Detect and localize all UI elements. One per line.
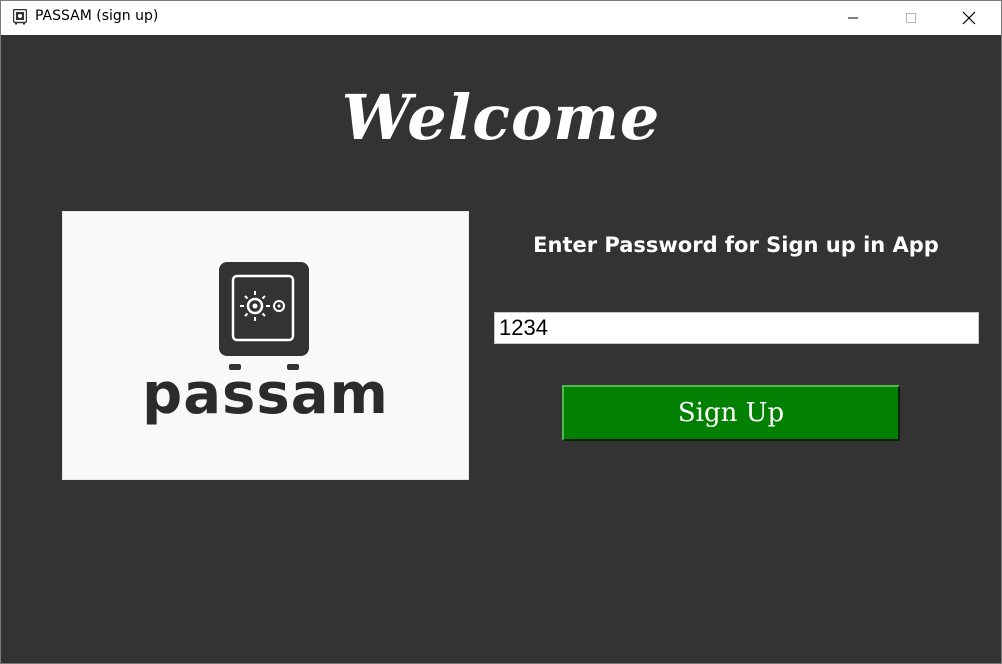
safe-icon	[219, 262, 309, 370]
minimize-button[interactable]	[824, 1, 882, 35]
minimize-icon	[848, 17, 858, 19]
logo-panel: passam	[62, 211, 469, 480]
logo-wordmark: passam	[142, 362, 389, 427]
maximize-button[interactable]	[882, 1, 940, 35]
welcome-heading: Welcome	[341, 81, 661, 154]
window-title: PASSAM (sign up)	[35, 8, 159, 24]
app-window: PASSAM (sign up) Welcome passam Enter Pa…	[0, 0, 1002, 664]
title-bar[interactable]: PASSAM (sign up)	[1, 1, 1001, 35]
app-icon	[13, 9, 27, 25]
close-button[interactable]	[940, 1, 998, 35]
close-icon	[962, 11, 976, 25]
sign-up-button[interactable]: Sign Up	[562, 385, 900, 441]
password-prompt-label: Enter Password for Sign up in App	[533, 233, 939, 257]
password-input[interactable]	[494, 312, 979, 344]
maximize-icon	[906, 13, 916, 23]
